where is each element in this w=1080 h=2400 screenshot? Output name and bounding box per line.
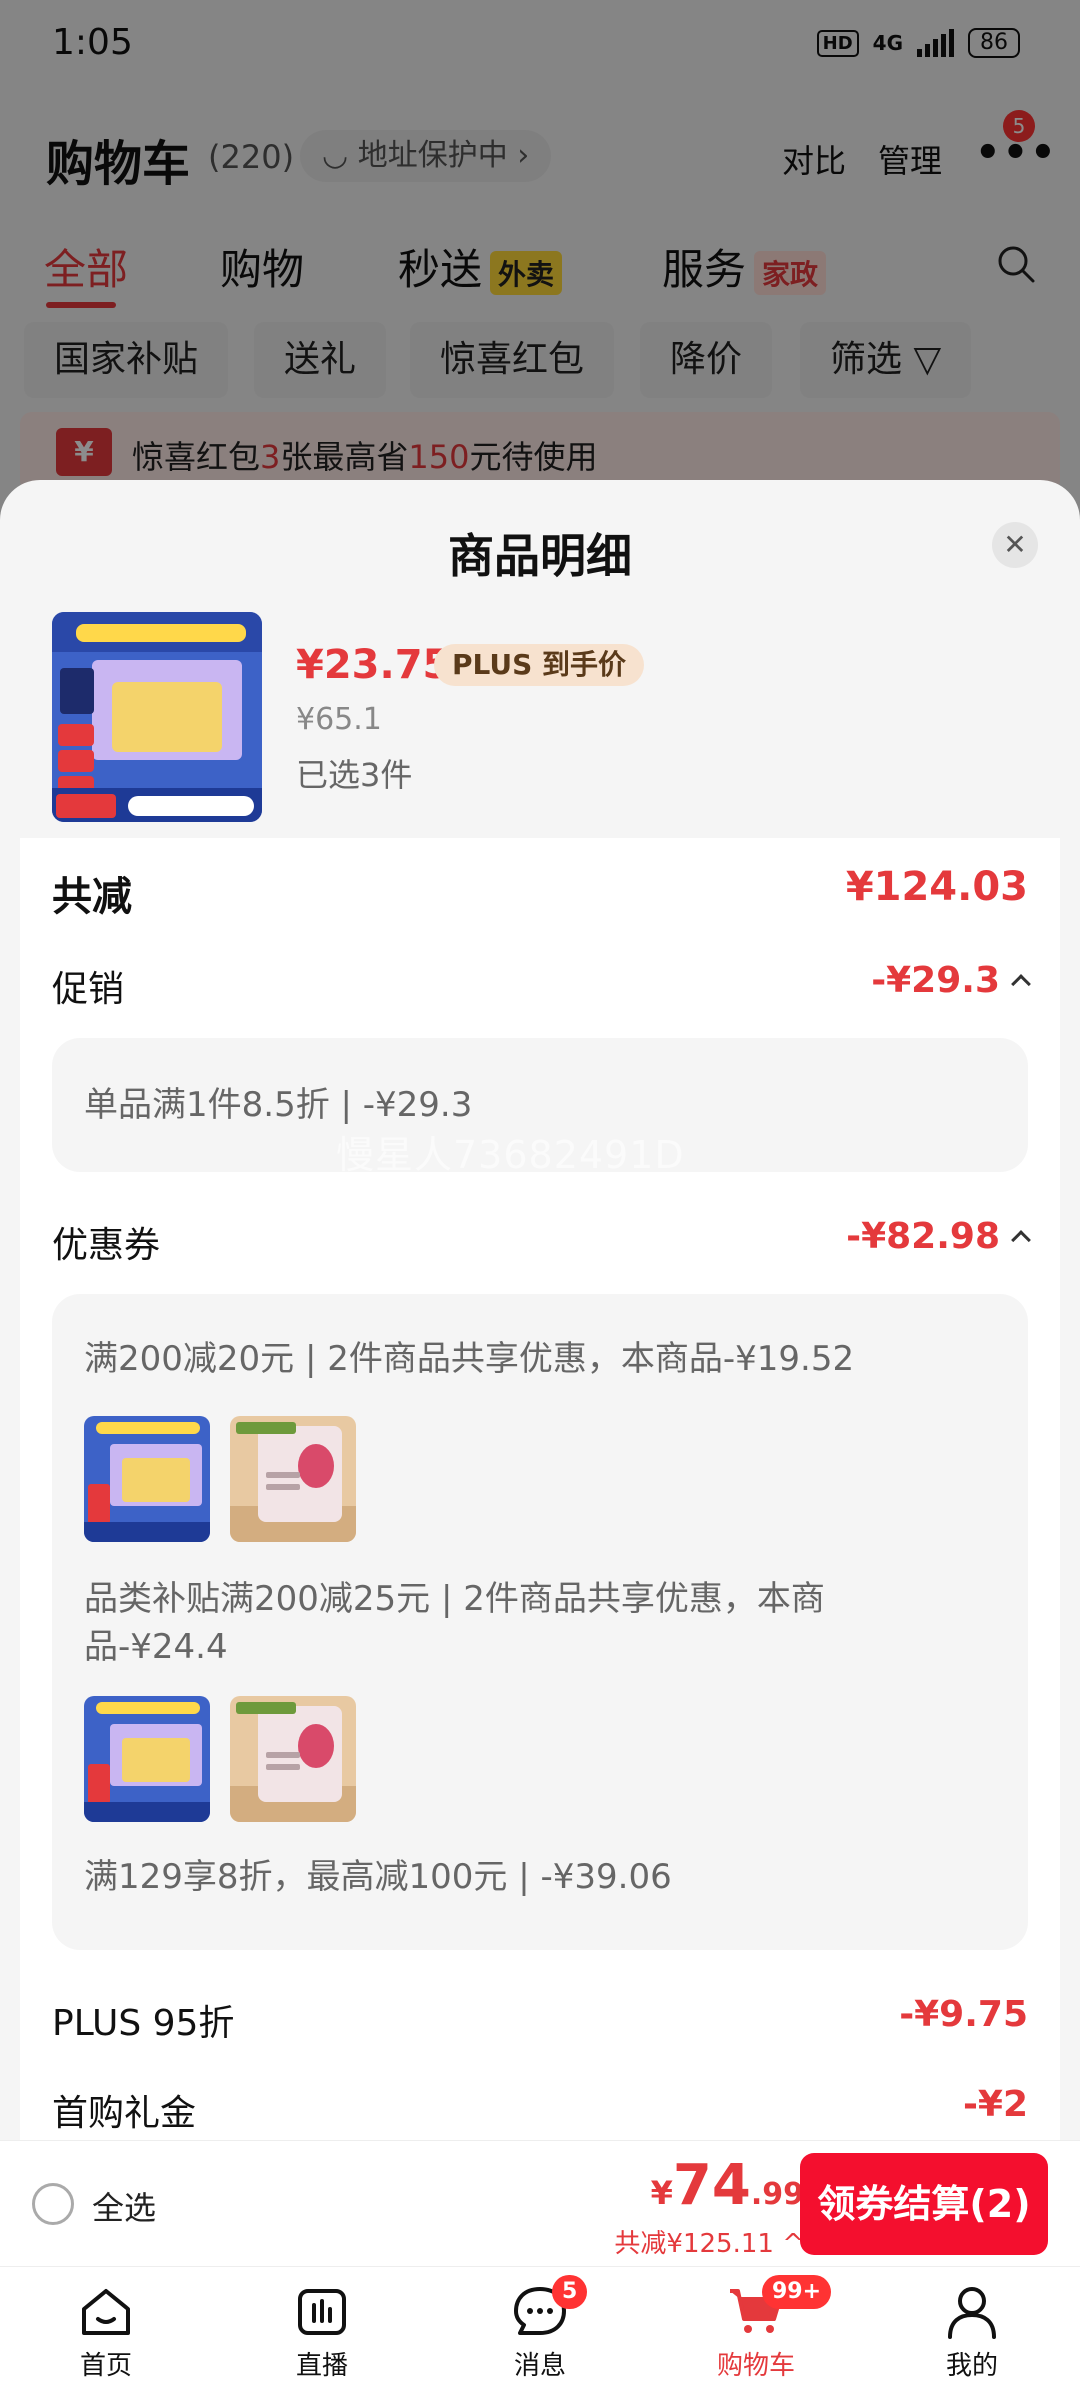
tabbar-cart[interactable]: 购物车 99+	[686, 2275, 832, 2382]
red-bean-powder-image	[230, 1696, 356, 1822]
profile-icon	[948, 2287, 996, 2339]
plus-price-tag: PLUS 到手价	[434, 644, 645, 686]
checkout-button[interactable]: 领券结算(2)	[800, 2153, 1048, 2255]
select-all-label[interactable]: 全选	[92, 2183, 156, 2229]
tabbar-home[interactable]: 首页	[36, 2281, 176, 2382]
sheet-title: 商品明细	[448, 529, 632, 583]
plus-discount-row: PLUS 95折 -¥9.75	[52, 1994, 1028, 2044]
bottom-tab-bar: 首页 直播 消息 5 购物车 99+ 我的	[0, 2266, 1080, 2400]
close-button[interactable]: ✕	[992, 522, 1038, 568]
tabbar-live-label: 直播	[295, 2351, 348, 2381]
coupon-detail-1: 满200减20元 | 2件商品共享优惠，本商品-¥19.52	[84, 1339, 855, 1379]
product-selected-count: 已选3件	[296, 756, 413, 794]
first-buy-row: 首购礼金 -¥2	[52, 2084, 1028, 2134]
promotion-row[interactable]: 促销 -¥29.3	[52, 960, 1031, 1010]
home-icon	[82, 2289, 130, 2335]
coupon-detail-3: 满129享8折，最高减100元 | -¥39.06	[84, 1857, 672, 1897]
total-reduce-row: 共减 ¥124.03	[52, 864, 1028, 920]
total-price-int: 74	[672, 2153, 751, 2218]
select-all-radio[interactable]	[32, 2183, 74, 2225]
chevron-up-icon	[1011, 1230, 1031, 1250]
promotion-value: -¥29.3	[871, 960, 1000, 1001]
total-save-toggle[interactable]: 共减¥125.11 ^	[614, 2223, 804, 2260]
tabbar-messages-label: 消息	[513, 2351, 566, 2381]
plus-discount-label: PLUS 95折	[52, 2003, 235, 2044]
live-icon	[298, 2289, 346, 2335]
plus-discount-value: -¥9.75	[899, 1994, 1028, 2035]
coupon-row[interactable]: 优惠券 -¥82.98	[52, 1216, 1031, 1266]
total-reduce-label: 共减	[52, 874, 132, 920]
promotion-detail: 单品满1件8.5折 | -¥29.3	[84, 1085, 473, 1125]
product-image[interactable]	[52, 612, 262, 822]
coupon-detail-box: 满200减20元 | 2件商品共享优惠，本商品-¥19.52 品类补贴满200减…	[52, 1294, 1028, 1950]
product-original-price: ¥65.1	[296, 702, 382, 737]
coupon-value-wrap: -¥82.98	[846, 1216, 1031, 1257]
total-reduce-value: ¥124.03	[845, 864, 1028, 910]
tabbar-profile-label: 我的	[945, 2351, 998, 2381]
total-price-currency: ¥	[650, 2174, 673, 2212]
coupon-label: 优惠券	[52, 1225, 161, 1266]
cart-screen: 1:05 HD 4G 86 购物车 (220) ◡ 地址保护中 › 对比 管理 …	[0, 0, 1080, 2400]
first-buy-label: 首购礼金	[52, 2093, 197, 2134]
coupon-product-thumb-2[interactable]	[230, 1416, 356, 1542]
first-buy-value: -¥2	[962, 2084, 1028, 2125]
tissue-pack-image	[52, 612, 262, 822]
chevron-up-icon	[1011, 974, 1031, 994]
product-detail-sheet: 商品明细 ✕ ¥23.75 PLUS 到手价 ¥65.1 已选3件 共减 ¥12…	[0, 480, 1080, 2140]
coupon-detail-2a: 品类补贴满200减25元 | 2件商品共享优惠，本商	[84, 1579, 825, 1619]
checkout-bar: 全选 ¥74.99 共减¥125.11 ^ 领券结算(2)	[0, 2140, 1080, 2266]
total-price: ¥74.99	[651, 2153, 804, 2218]
tabbar-profile[interactable]: 我的	[902, 2281, 1042, 2382]
red-bean-powder-image	[230, 1416, 356, 1542]
tissue-pack-image	[84, 1416, 210, 1542]
promotion-value-wrap: -¥29.3	[871, 960, 1031, 1001]
tabbar-cart-label: 购物车	[716, 2351, 795, 2381]
product-plus-price: ¥23.75	[296, 642, 451, 688]
tabbar-home-label: 首页	[79, 2351, 132, 2381]
tabbar-live[interactable]: 直播	[252, 2281, 392, 2382]
discount-breakdown: 共减 ¥124.03 促销 -¥29.3 单品满1件8.5折 | -¥29.3 …	[20, 838, 1060, 2140]
coupon-product-thumb-3[interactable]	[84, 1696, 210, 1822]
cart-badge: 99+	[762, 2275, 832, 2309]
messages-badge: 5	[552, 2275, 588, 2309]
coupon-product-thumb-4[interactable]	[230, 1696, 356, 1822]
coupon-value: -¥82.98	[846, 1216, 1000, 1257]
tissue-pack-image	[84, 1696, 210, 1822]
coupon-detail-2b: 品-¥24.4	[84, 1627, 228, 1667]
tabbar-messages[interactable]: 消息 5	[470, 2275, 610, 2382]
coupon-product-thumb-1[interactable]	[84, 1416, 210, 1542]
total-price-dec: .99	[750, 2177, 804, 2212]
watermark: 慢星人73682491D	[336, 1133, 685, 1177]
promotion-label: 促销	[52, 969, 125, 1010]
